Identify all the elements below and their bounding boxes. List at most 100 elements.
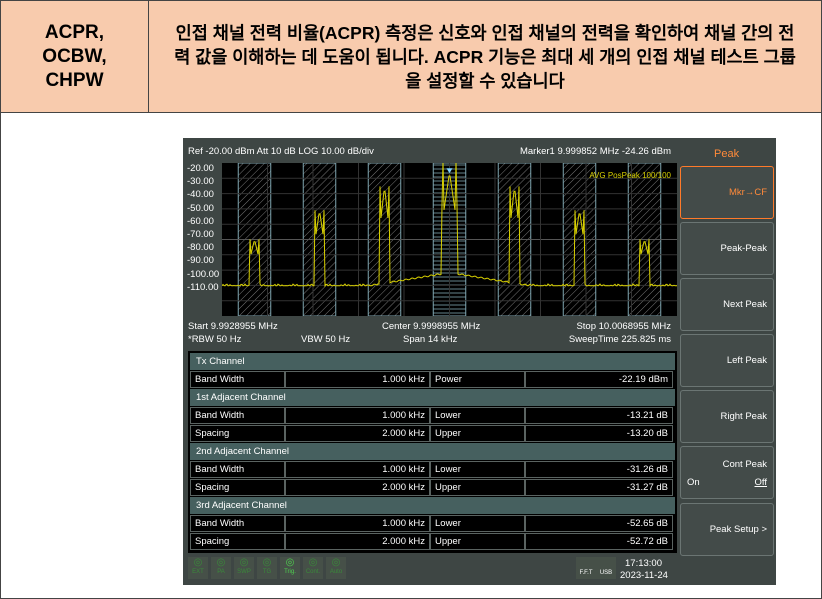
softkey-peak-setup[interactable]: Peak Setup >	[680, 503, 774, 556]
softkey-3[interactable]: Left Peak	[680, 334, 774, 387]
table-cell: Upper	[430, 479, 525, 496]
table-cell: -13.21 dB	[525, 407, 673, 424]
cont-peak-label: Cont Peak	[722, 459, 767, 470]
analyzer-screen: Ref -20.00 dBm Att 10 dB LOG 10.00 dB/di…	[183, 138, 776, 585]
icon-label: TG	[262, 569, 272, 575]
table-cell: 2.000 kHz	[285, 533, 430, 550]
y-tick-label: -20.00	[187, 163, 214, 174]
fft-icon[interactable]: F.F.T	[576, 557, 596, 579]
softkey-label: Right Peak	[720, 411, 767, 422]
section-header: Tx Channel	[190, 353, 675, 370]
table-cell: Power	[430, 371, 525, 388]
softkey-cont-peak[interactable]: Cont Peak On Off	[680, 446, 774, 499]
table-cell: Band Width	[190, 371, 285, 388]
table-row: 2nd Adjacent Channel	[190, 443, 675, 461]
table-cell: -31.27 dB	[525, 479, 673, 496]
cont-icon[interactable]: ◎ Cont.	[303, 557, 323, 579]
y-tick-label: -90.00	[187, 255, 214, 267]
section-header: 2nd Adjacent Channel	[190, 443, 675, 460]
tg-icon[interactable]: ◎ TG	[257, 557, 277, 579]
spectrum-svg	[221, 161, 677, 317]
usb-label: USB	[599, 570, 613, 576]
table-cell: -22.19 dBm	[525, 371, 673, 388]
icon-label: SWP	[237, 569, 251, 575]
table-cell: -52.65 dB	[525, 515, 673, 532]
header-label: ACPR, OCBW, CHPW	[1, 1, 149, 112]
time: 17:13:00	[625, 558, 662, 569]
softkey-2[interactable]: Next Peak	[680, 278, 774, 331]
table-cell: 1.000 kHz	[285, 407, 430, 424]
fft-label: F.F.T	[579, 570, 593, 576]
section-header: 1st Adjacent Channel	[190, 389, 675, 406]
cont-peak-off[interactable]: Off	[755, 477, 768, 488]
table-cell: -13.20 dB	[525, 425, 673, 442]
table-cell: Band Width	[190, 461, 285, 478]
header-description: 인접 채널 전력 비율(ACPR) 측정은 신호와 인접 채널의 전력을 확인하…	[174, 22, 796, 91]
peak-setup-label: Peak Setup >	[709, 524, 767, 535]
status-bar: ◎ EXT ◎ PA ◎ SWP ◎ TG ◎ Trig. ◎ Cont. ◎ Auto F.F.T US…	[183, 554, 677, 585]
icon-label: EXT	[192, 569, 204, 575]
table-row: Tx Channel	[190, 353, 675, 371]
softkey-label: Peak-Peak	[720, 243, 767, 254]
swp-icon[interactable]: ◎ SWP	[234, 557, 254, 579]
table-cell: 1.000 kHz	[285, 461, 430, 478]
y-tick-label: -80.00	[187, 242, 214, 254]
ext-icon[interactable]: ◎ EXT	[188, 557, 208, 579]
softkey-4[interactable]: Right Peak	[680, 390, 774, 443]
table-row: Spacing 2.000 kHz Upper -13.20 dB	[190, 425, 675, 443]
section-header: 3rd Adjacent Channel	[190, 497, 675, 514]
icon-label: Auto	[329, 569, 343, 575]
y-tick-label: -70.00	[187, 229, 214, 240]
table-cell: 1.000 kHz	[285, 371, 430, 388]
table-cell: 1.000 kHz	[285, 515, 430, 532]
y-tick-label: -110.00	[187, 281, 219, 293]
table-cell: Upper	[430, 425, 525, 442]
icon-label: Trig.	[284, 569, 296, 575]
softkey-1[interactable]: Peak-Peak	[680, 222, 774, 275]
table-row: Band Width 1.000 kHz Lower -13.21 dB	[190, 407, 675, 425]
table-cell: -31.26 dB	[525, 461, 673, 478]
table-cell: Lower	[430, 515, 525, 532]
y-tick-label: -30.00	[187, 176, 214, 188]
y-tick-label: -100.00	[187, 268, 220, 280]
table-row: 1st Adjacent Channel	[190, 389, 675, 407]
table-row: 3rd Adjacent Channel	[190, 497, 675, 515]
trig-icon[interactable]: ◎ Trig.	[280, 557, 300, 579]
pa-icon[interactable]: ◎ PA	[211, 557, 231, 579]
icon-label: Cont.	[305, 569, 321, 575]
table-row: Spacing 2.000 kHz Upper -52.72 dB	[190, 533, 675, 551]
table-cell: Spacing	[190, 479, 285, 496]
table-row: Band Width 1.000 kHz Power -22.19 dBm	[190, 371, 675, 389]
y-tick-label: -50.00	[187, 202, 214, 214]
softkey-label: Left Peak	[726, 355, 767, 366]
date: 2023-11-24	[620, 570, 668, 581]
table-cell: Upper	[430, 533, 525, 550]
vbw: VBW 50 Hz	[301, 334, 351, 345]
span: Span 14 kHz	[403, 334, 458, 345]
acpr-table: Tx Channel Band Width 1.000 kHz Power -22.19…	[188, 351, 677, 553]
start-freq: Start 9.9928955 MHz	[188, 321, 278, 332]
table-cell: Band Width	[190, 407, 285, 424]
auto-icon[interactable]: ◎ Auto	[326, 557, 346, 579]
softkey-panel: Peak Mkr→CF Peak-Peak Next Peak Left Peak Ri…	[678, 138, 776, 585]
cont-peak-on[interactable]: On	[687, 477, 700, 488]
trace-label: AVG PosPeak 100/100	[589, 171, 671, 180]
table-cell: Spacing	[190, 533, 285, 550]
table-cell: -52.72 dB	[525, 533, 673, 550]
marker-readout: Marker1 9.999852 MHz -24.26 dBm	[519, 146, 671, 157]
ref-info: Ref -20.00 dBm Att 10 dB LOG 10.00 dB/di…	[188, 146, 374, 157]
stop-freq: Stop 10.0068955 MHz	[576, 321, 671, 332]
table-cell: Spacing	[190, 425, 285, 442]
table-cell: 2.000 kHz	[285, 479, 430, 496]
table-cell: Lower	[430, 407, 525, 424]
usb-icon: USB	[596, 557, 616, 579]
softkey-label: Next Peak	[723, 299, 767, 310]
table-cell: Band Width	[190, 515, 285, 532]
softkey-label: Mkr→CF	[729, 187, 767, 198]
rbw: *RBW 50 Hz	[188, 334, 242, 345]
softkey-0[interactable]: Mkr→CF	[680, 166, 774, 219]
table-row: Band Width 1.000 kHz Lower -52.65 dB	[190, 515, 675, 533]
header: ACPR, OCBW, CHPW 인접 채널 전력 비율(ACPR) 측정은 신…	[0, 0, 822, 113]
table-cell: Lower	[430, 461, 525, 478]
table-cell: 2.000 kHz	[285, 425, 430, 442]
